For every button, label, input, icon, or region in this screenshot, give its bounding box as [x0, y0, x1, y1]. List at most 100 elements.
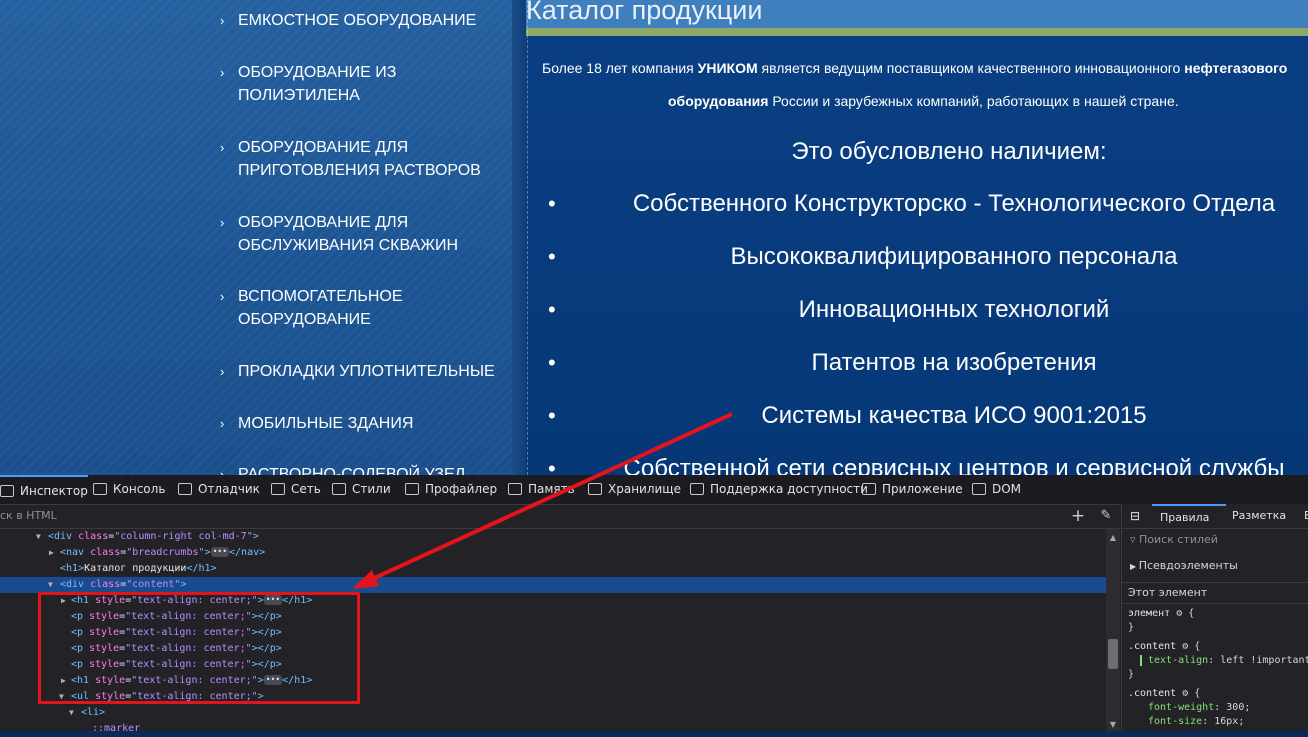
tree-node-selected[interactable]: ▼ <div class="content">	[0, 577, 1106, 593]
rule-close: }	[1128, 622, 1135, 633]
chevron-right-icon: ›	[220, 65, 225, 80]
expanded-triangle-icon[interactable]: ▼	[36, 529, 41, 545]
rule-selector: .content ⚙ {	[1128, 688, 1201, 699]
tab-application[interactable]: Приложение	[862, 475, 963, 504]
application-icon	[862, 483, 876, 495]
sidebar-item-label: МОБИЛЬНЫЕ ЗДАНИЯ	[238, 415, 414, 432]
title-underline	[526, 28, 1308, 36]
style-filter-input[interactable]: ▿ Поиск стилей	[1130, 533, 1218, 546]
storage-icon	[588, 483, 602, 495]
html-search-bar[interactable]: ск в HTML + ✎	[0, 504, 1120, 529]
console-icon	[93, 483, 107, 495]
pseudo-elements-toggle[interactable]: ▶ Псевдоэлементы	[1130, 559, 1238, 572]
content-column: Каталог продукции Более 18 лет компания …	[526, 0, 1308, 475]
color-picker-icon[interactable]: ✎	[1096, 504, 1116, 528]
chevron-right-icon: ›	[220, 13, 225, 28]
expanded-triangle-icon[interactable]: ▼	[48, 577, 53, 593]
this-element-header: Этот элемент	[1122, 582, 1308, 604]
devtools-toolbar: Инспектор Консоль Отладчик Сеть Стили Пр…	[0, 475, 1308, 505]
list-item-text: Инновационных технологий	[798, 296, 1110, 323]
rule-declaration[interactable]: font-weight: 300;	[1148, 702, 1250, 713]
gear-icon[interactable]: ⚙	[1182, 641, 1188, 652]
sidebar-item-label: ВСПОМОГАТЕЛЬНОЕ ОБОРУДОВАНИЕ	[238, 288, 403, 328]
catalog-sidebar: › ЕМКОСТНОЕ ОБОРУДОВАНИЕ › ОБОРУДОВАНИЕ …	[0, 0, 512, 475]
list-item-text: Высококвалифицированного персонала	[730, 243, 1178, 270]
scroll-up-icon[interactable]: ▲	[1106, 533, 1120, 542]
rule-close: }	[1128, 669, 1135, 680]
add-node-icon[interactable]: +	[1068, 504, 1088, 528]
chevron-right-icon: ›	[220, 467, 225, 475]
filter-icon: ▿	[1130, 533, 1140, 546]
tab-console[interactable]: Консоль	[93, 475, 165, 504]
memory-icon	[508, 483, 522, 495]
accessibility-icon	[690, 483, 704, 495]
tab-styles[interactable]: Стили	[332, 475, 391, 504]
dom-icon	[972, 483, 986, 495]
column-gutter	[512, 0, 526, 475]
layout-toggle-icon[interactable]: ⊟	[1130, 504, 1140, 528]
profiler-icon	[405, 483, 419, 495]
bullet-icon: •	[548, 191, 556, 216]
rules-sidebar: ⊟ Правила Разметка В ▿ Поиск стилей ▶ Пс…	[1121, 504, 1308, 731]
gear-icon[interactable]: ⚙	[1176, 608, 1182, 619]
rules-tabs: ⊟ Правила Разметка В	[1122, 504, 1308, 529]
bullet-icon: •	[548, 456, 556, 475]
braces-icon	[332, 483, 346, 495]
sidebar-item-label: ОБОРУДОВАНИЕ ДЛЯ ПРИГОТОВЛЕНИЯ РАСТВОРОВ	[238, 139, 481, 179]
tree-node[interactable]: ▼ <li>	[0, 705, 1106, 721]
sidebar-item-label: РАСТВОРНО-СОЛЕВОЙ УЗЕЛ	[238, 466, 466, 475]
tree-node[interactable]: ▶ <nav class="breadcrumbs"> ••• </nav>	[0, 545, 1106, 561]
tab-debugger[interactable]: Отладчик	[178, 475, 260, 504]
bullet-icon: •	[548, 297, 556, 322]
html-search-input[interactable]: ск в HTML	[0, 504, 57, 528]
chevron-right-icon: ›	[220, 289, 225, 304]
network-icon	[271, 483, 285, 495]
chevron-right-icon: ›	[220, 416, 225, 431]
collapsed-triangle-icon: ▶	[1130, 562, 1139, 571]
list-item-text: Патентов на изобретения	[811, 349, 1097, 376]
annotation-highlight-box	[38, 592, 360, 704]
scroll-down-icon[interactable]: ▼	[1106, 720, 1120, 729]
tree-node[interactable]: <h1>Каталог продукции</h1>	[0, 561, 1106, 577]
rule-declaration[interactable]: text-align: left !important;	[1140, 655, 1308, 666]
tree-node[interactable]: ▼ <div class="column-right col-md-7">	[0, 529, 1106, 545]
sidebar-item-label: ЕМКОСТНОЕ ОБОРУДОВАНИЕ	[238, 12, 477, 29]
tab-more[interactable]: В	[1304, 504, 1308, 528]
tab-accessibility[interactable]: Поддержка доступности	[690, 475, 868, 504]
list-item-text: Собственной сети сервисных центров и сер…	[623, 455, 1285, 475]
page-title: Каталог продукции	[526, 0, 1308, 29]
bullet-icon: •	[548, 403, 556, 428]
tab-inspector[interactable]: Инспектор	[0, 475, 88, 506]
sub-heading: Это обусловлено наличием:	[791, 138, 1107, 165]
inspector-icon	[0, 485, 14, 497]
ellipsis-badge[interactable]: •••	[210, 547, 230, 557]
tab-dom[interactable]: DOM	[972, 475, 1021, 504]
list-item-text: Системы качества ИСО 9001:2015	[761, 402, 1147, 429]
scrollbar-thumb[interactable]	[1108, 639, 1118, 669]
tree-node[interactable]: ::marker	[0, 721, 1106, 737]
tab-network[interactable]: Сеть	[271, 475, 321, 504]
rule-selector: элемент ⚙ {	[1128, 608, 1195, 619]
gear-icon[interactable]: ⚙	[1182, 688, 1188, 699]
chevron-right-icon: ›	[220, 215, 225, 230]
rule-selector: .content ⚙ {	[1128, 641, 1201, 652]
bullet-icon: •	[548, 350, 556, 375]
list-item-text: Собственного Конструкторско - Технологич…	[632, 190, 1276, 217]
sidebar-item-label: ПРОКЛАДКИ УПЛОТНИТЕЛЬНЫЕ	[238, 363, 495, 380]
web-page: › ЕМКОСТНОЕ ОБОРУДОВАНИЕ › ОБОРУДОВАНИЕ …	[0, 0, 1308, 475]
tab-storage[interactable]: Хранилище	[588, 475, 681, 504]
sidebar-item-label: ОБОРУДОВАНИЕ ДЛЯ ОБСЛУЖИВАНИЯ СКВАЖИН	[238, 214, 459, 254]
expanded-triangle-icon[interactable]: ▼	[69, 705, 74, 721]
rule-declaration[interactable]: font-size: 16px;	[1148, 716, 1244, 727]
chevron-right-icon: ›	[220, 364, 225, 379]
intro-line-1: Более 18 лет компания УНИКОМ является ве…	[542, 60, 1288, 76]
html-tree-scrollbar[interactable]: ▲ ▼	[1106, 529, 1120, 731]
collapsed-triangle-icon[interactable]: ▶	[49, 545, 54, 561]
tab-layout[interactable]: Разметка	[1232, 504, 1286, 528]
debugger-icon	[178, 483, 192, 495]
intro-line-2: оборудования России и зарубежных компани…	[668, 93, 1179, 109]
layout-guide-line	[527, 0, 528, 475]
tab-profiler[interactable]: Профайлер	[405, 475, 497, 504]
tab-memory[interactable]: Память	[508, 475, 575, 504]
tab-rules[interactable]: Правила	[1152, 504, 1226, 530]
